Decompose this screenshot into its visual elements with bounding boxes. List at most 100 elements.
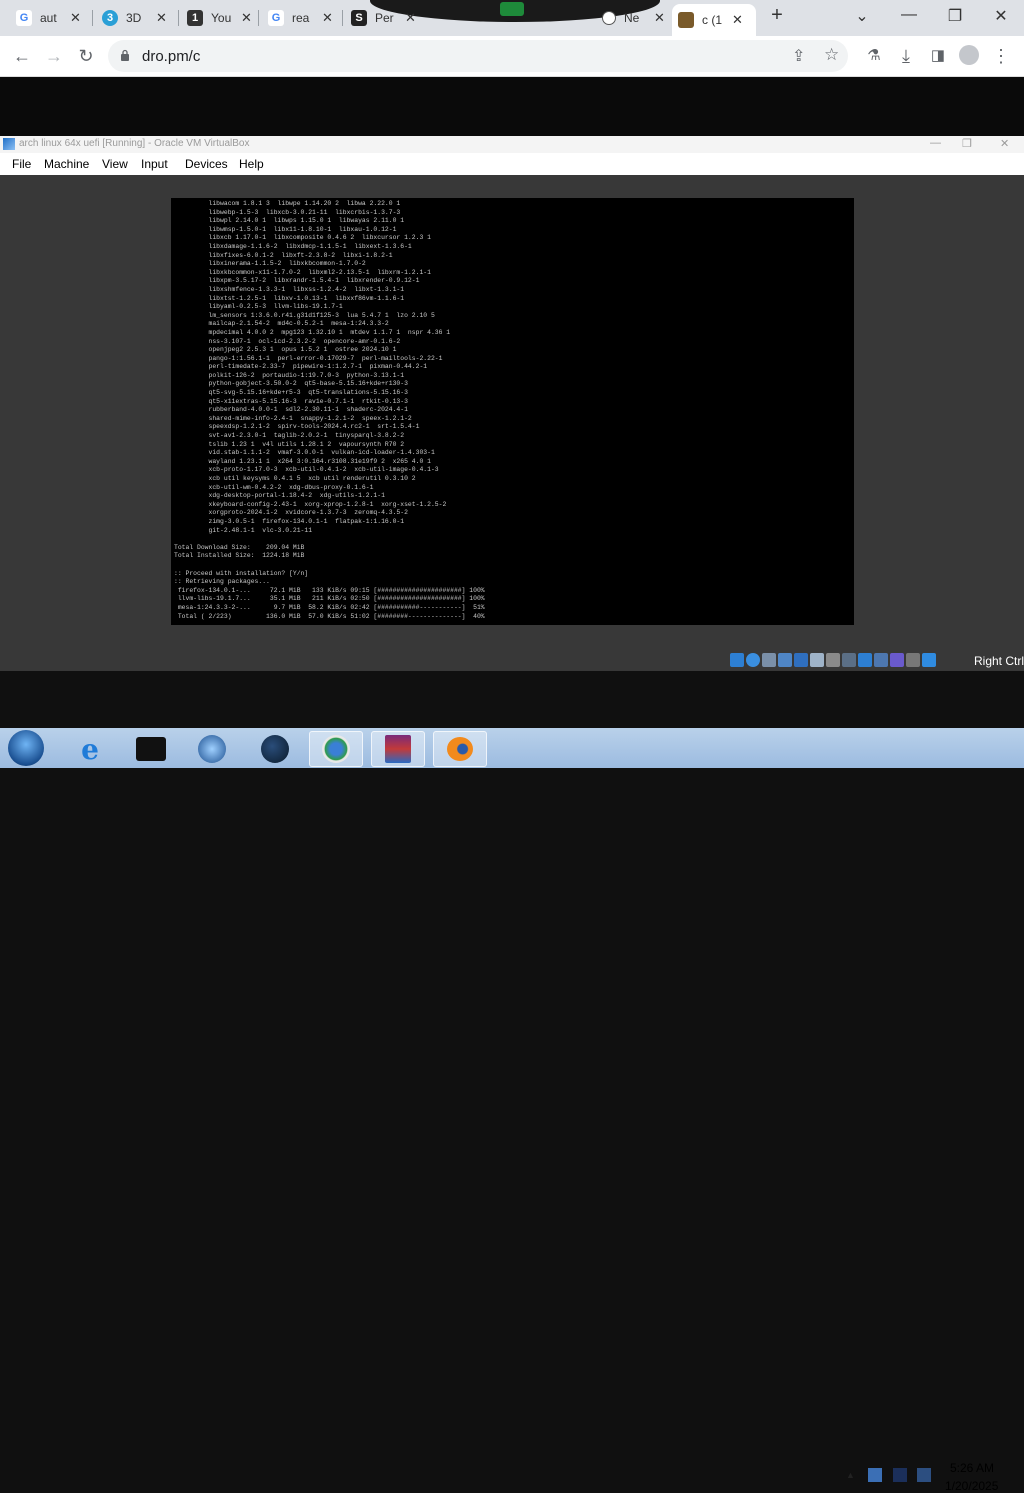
menu-devices[interactable]: Devices <box>185 157 228 171</box>
globe-app-icon[interactable] <box>248 731 302 767</box>
tab-2-label: 3D <box>126 11 142 25</box>
blender-icon[interactable] <box>433 731 487 767</box>
keyboard-capture-icon[interactable] <box>922 653 936 667</box>
tab-search-icon[interactable]: ⌄ <box>850 6 874 26</box>
optical-drive-icon[interactable] <box>730 653 744 667</box>
mouse-integration-icon[interactable] <box>906 653 920 667</box>
page-background <box>0 77 1024 136</box>
taskbar: e ▲ 5:26 AM 1/20/2025 <box>0 728 1024 1493</box>
tab-divider <box>92 10 93 26</box>
tab-4-label: rea <box>292 11 310 25</box>
close-icon[interactable]: ✕ <box>241 10 252 26</box>
tab-2[interactable]: 3 3D ✕ <box>96 4 176 32</box>
tab-5-label: Per <box>375 11 394 25</box>
vm-status-bar <box>730 653 938 671</box>
vbox-minimize-button[interactable]: — <box>930 137 941 149</box>
clock-time[interactable]: 5:26 AM <box>950 1461 994 1475</box>
internet-explorer-icon[interactable]: e <box>63 731 117 767</box>
vbox-close-button[interactable]: ✕ <box>1000 137 1009 150</box>
minimize-button[interactable]: — <box>897 6 921 24</box>
menu-file[interactable]: File <box>12 157 31 171</box>
tab-8-label: c (1 <box>702 13 723 27</box>
more-menu-icon[interactable]: ⋮ <box>990 45 1012 67</box>
3d-favicon-icon: 3 <box>102 10 118 26</box>
google-favicon-icon: G <box>16 10 32 26</box>
display-icon[interactable] <box>826 653 840 667</box>
close-icon[interactable]: ✕ <box>405 10 416 26</box>
tab-3-label: You <box>211 11 232 25</box>
audio-icon[interactable] <box>746 653 760 667</box>
new-tab-button[interactable]: + <box>766 4 788 30</box>
volume-icon[interactable] <box>917 1468 931 1482</box>
shared-folders-icon[interactable] <box>810 653 824 667</box>
virtualbox-icon <box>3 138 15 150</box>
browser-toolbar: ← → ↻ dro.pm/c ⇪ ☆ ⚗ ⤓ ◨ ⋮ <box>0 36 1024 77</box>
bookmark-star-icon[interactable]: ☆ <box>824 45 839 65</box>
clock-date[interactable]: 1/20/2025 <box>945 1479 998 1493</box>
close-icon[interactable]: ✕ <box>732 12 743 28</box>
tab-divider <box>342 10 343 26</box>
virtualbox-window: arch linux 64x uefi [Running] - Oracle V… <box>0 136 1024 671</box>
virtualbox-title: arch linux 64x uefi [Running] - Oracle V… <box>19 138 250 149</box>
browser-tab-strip: G aut ✕ 3 3D ✕ 1 You ✕ G rea ✕ S Per ✕ N… <box>0 0 1024 36</box>
vm-display[interactable]: libwacom 1.8.1 3 libwpe 1.14.20 2 libwa … <box>0 175 1024 671</box>
close-icon[interactable]: ✕ <box>654 10 665 26</box>
tab-7[interactable]: Ne ✕ <box>596 4 670 32</box>
url-text: dro.pm/c <box>142 48 201 65</box>
tab-7-label: Ne <box>624 11 640 25</box>
restore-button[interactable]: ❐ <box>943 6 967 26</box>
menu-input[interactable]: Input <box>141 157 168 171</box>
tab-divider <box>258 10 259 26</box>
vbox-restore-button[interactable]: ❐ <box>962 137 972 150</box>
close-window-button[interactable]: ✕ <box>989 6 1013 26</box>
virtualization-icon[interactable] <box>890 653 904 667</box>
start-button[interactable] <box>8 730 44 766</box>
side-panel-icon[interactable]: ◨ <box>927 45 949 67</box>
tab-1[interactable]: G aut ✕ <box>10 4 90 32</box>
recording-icon[interactable] <box>842 653 856 667</box>
winrar-icon[interactable] <box>371 731 425 767</box>
virtualbox-menu-bar: File Machine View Input Devices Help <box>0 153 1024 175</box>
tab-5[interactable]: S Per ✕ <box>345 4 425 32</box>
tab-3[interactable]: 1 You ✕ <box>181 4 261 32</box>
menu-help[interactable]: Help <box>239 157 264 171</box>
reload-button[interactable]: ↻ <box>75 45 97 67</box>
network-icon[interactable] <box>778 653 792 667</box>
close-icon[interactable]: ✕ <box>70 10 81 26</box>
close-icon[interactable]: ✕ <box>322 10 333 26</box>
lock-icon <box>121 49 129 61</box>
media-player-icon[interactable] <box>185 731 239 767</box>
usb-icon[interactable] <box>794 653 808 667</box>
profile-avatar-icon[interactable] <box>958 45 980 67</box>
terminal-output: libwacom 1.8.1 3 libwpe 1.14.20 2 libwa … <box>174 200 485 620</box>
close-icon[interactable]: ✕ <box>156 10 167 26</box>
extension-flask-icon[interactable]: ⚗ <box>863 45 885 67</box>
network-tray-icon[interactable] <box>868 1468 882 1482</box>
tab-8-active[interactable]: c (1 ✕ <box>672 4 756 36</box>
google-favicon-icon: G <box>268 10 284 26</box>
menu-machine[interactable]: Machine <box>44 157 89 171</box>
globe-favicon-icon <box>602 11 616 25</box>
hard-disk-icon[interactable] <box>762 653 776 667</box>
monitor-icon[interactable] <box>858 653 872 667</box>
vm-console[interactable]: libwacom 1.8.1 3 libwpe 1.14.20 2 libwa … <box>171 198 854 625</box>
back-button[interactable]: ← <box>11 45 33 67</box>
network-adapter-icon[interactable] <box>874 653 888 667</box>
number-favicon-icon: 1 <box>187 10 203 26</box>
tab-4[interactable]: G rea ✕ <box>262 4 342 32</box>
tab-divider <box>178 10 179 26</box>
host-key-label: Right Ctrl <box>974 654 1024 668</box>
download-icon[interactable]: ⤓ <box>895 45 917 67</box>
show-hidden-icons-button[interactable]: ▲ <box>846 1470 855 1480</box>
forward-button[interactable]: → <box>43 45 65 67</box>
share-icon[interactable]: ⇪ <box>792 46 805 66</box>
display-tray-icon[interactable] <box>893 1468 907 1482</box>
tab-1-label: aut <box>40 11 57 25</box>
terminal-app-icon[interactable] <box>124 731 178 767</box>
menu-view[interactable]: View <box>102 157 128 171</box>
chrome-browser-icon[interactable] <box>309 731 363 767</box>
address-bar[interactable]: dro.pm/c ⇪ ☆ <box>108 40 848 72</box>
s-favicon-icon: S <box>351 10 367 26</box>
page-favicon-icon <box>678 12 694 28</box>
green-indicator <box>500 2 524 16</box>
